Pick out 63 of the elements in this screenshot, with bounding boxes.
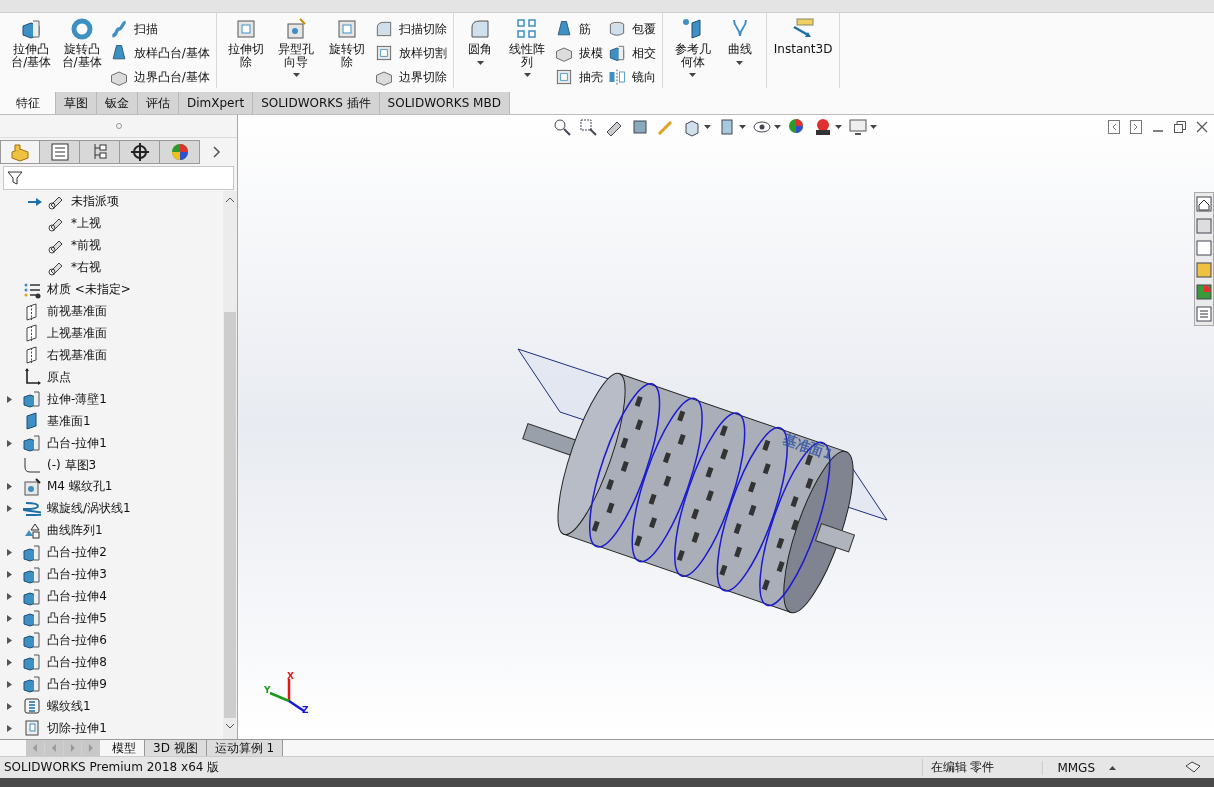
ribbon-tool-button[interactable]: 异型孔向导 (273, 16, 320, 79)
ribbon-tool-button[interactable]: 抽壳 (554, 66, 604, 88)
ribbon-tool-button[interactable]: 边界切除 (374, 66, 447, 88)
view-tab[interactable]: 运动算例 1 (206, 740, 284, 756)
tree-item[interactable]: 原点 (0, 366, 223, 389)
tree-item[interactable]: M4 螺纹孔1 (0, 476, 223, 498)
tree-item[interactable]: 螺旋线/涡状线1 (0, 497, 223, 520)
tree-item[interactable]: (-) 草图3 (0, 454, 223, 476)
view-tab[interactable]: 3D 视图 (145, 740, 207, 756)
tree-item[interactable]: 凸台-拉伸2 (0, 541, 223, 564)
tree-item[interactable]: 上视基准面 (0, 322, 223, 345)
tree-item[interactable]: 凸台-拉伸5 (0, 607, 223, 630)
ribbon-tool-button[interactable]: 拉伸切除 (222, 16, 270, 70)
units-button[interactable]: MMGS (1042, 760, 1130, 775)
tree-item[interactable]: 基准面1 (0, 410, 223, 433)
ribbon-tool-button[interactable]: 旋转凸台/基体 (58, 16, 105, 70)
tree-item[interactable]: 未指派项 (0, 191, 223, 213)
tree-item[interactable]: 凸台-拉伸9 (0, 673, 223, 696)
graphics-area[interactable]: 基准面1 X Y Z (238, 115, 1214, 739)
axis-label: Z (302, 705, 309, 715)
ribbon-tool-button[interactable]: 曲线 (719, 16, 760, 66)
axis-label: X (287, 671, 294, 681)
axis-label: Y (264, 685, 271, 695)
tree-item[interactable]: 凸台-拉伸8 (0, 651, 223, 674)
tree-item[interactable]: 前视基准面 (0, 300, 223, 323)
status-text: 在编辑 零件 (921, 759, 1003, 776)
command-tab[interactable]: 评估 (138, 92, 179, 114)
status-text: SOLIDWORKS Premium 2018 x64 版 (3, 759, 221, 776)
tree-item[interactable]: 拉伸-薄壁1 (0, 388, 223, 411)
command-tab[interactable]: DimXpert (179, 92, 254, 114)
ribbon-tool-button[interactable]: 圆角 (460, 16, 500, 66)
ribbon-tool-button[interactable]: 旋转切除 (323, 16, 370, 70)
tree-item[interactable]: 材质 <未指定> (0, 278, 223, 301)
command-tab[interactable]: SOLIDWORKS MBD (379, 92, 510, 114)
tree-item[interactable]: *前视 (0, 234, 223, 257)
tree-item[interactable]: 凸台-拉伸1 (0, 432, 223, 455)
ribbon-tool-button[interactable]: 筋 (554, 18, 604, 40)
command-tab[interactable]: 草图 (56, 92, 97, 114)
ribbon-tool-button[interactable]: 线性阵列 (504, 16, 551, 79)
ribbon-tool-button[interactable]: 边界凸台/基体 (108, 66, 210, 88)
tree-item[interactable]: 凸台-拉伸4 (0, 585, 223, 608)
ribbon-tool-button[interactable]: 扫描 (108, 18, 210, 40)
ribbon-tool-button[interactable]: 放样凸台/基体 (108, 42, 210, 64)
ribbon-tool-button[interactable]: 拉伸凸台/基体 (8, 16, 55, 70)
command-tab[interactable]: SOLIDWORKS 插件 (253, 92, 380, 114)
ribbon-tool-button[interactable]: 包覆 (607, 18, 657, 40)
tree-item[interactable]: 凸台-拉伸3 (0, 563, 223, 586)
command-tab[interactable]: 钣金 (97, 92, 138, 114)
ribbon-tool-button[interactable]: 扫描切除 (374, 18, 447, 40)
ribbon-tool-button[interactable]: 拔模 (554, 42, 604, 64)
ribbon-tool-button[interactable]: 相交 (607, 42, 657, 64)
ribbon-tool-button[interactable]: Instant3D (772, 16, 834, 57)
ribbon-tool-button[interactable]: 参考几何体 (669, 16, 716, 79)
tree-item[interactable]: 螺纹线1 (0, 695, 223, 718)
tree-item[interactable]: *右视 (0, 256, 223, 279)
tree-item[interactable]: 切除-拉伸1 (0, 717, 223, 740)
ribbon-tool-button[interactable]: 放样切割 (374, 42, 447, 64)
ribbon-tool-button[interactable]: 镜向 (607, 66, 657, 88)
tree-item[interactable]: 曲线阵列1 (0, 519, 223, 542)
plane-label: 基准面1 (781, 430, 836, 463)
tree-item[interactable]: 右视基准面 (0, 344, 223, 367)
tree-item[interactable]: 凸台-拉伸6 (0, 629, 223, 652)
tree-item[interactable]: *上视 (0, 212, 223, 235)
